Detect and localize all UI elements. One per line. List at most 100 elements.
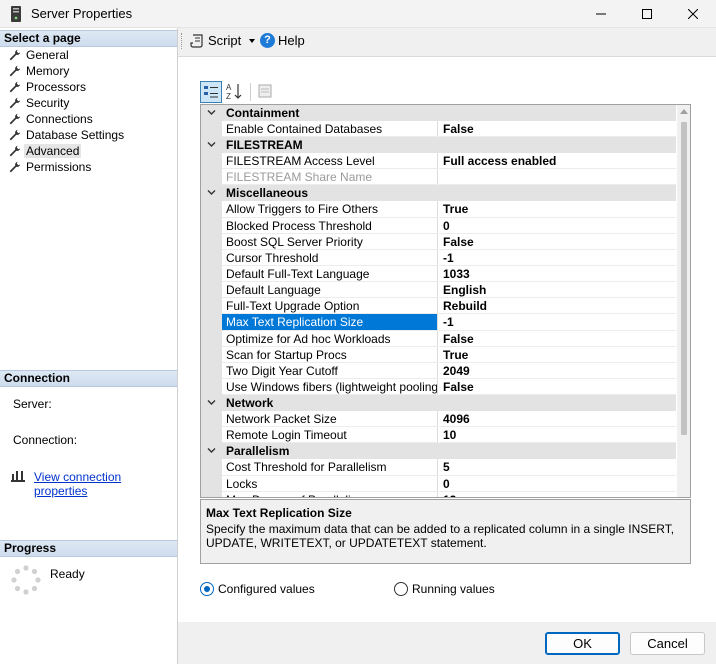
connection-header: Connection xyxy=(0,370,177,387)
property-row[interactable]: Enable Contained Databases False xyxy=(201,121,676,138)
property-row[interactable]: Two Digit Year Cutoff 2049 xyxy=(201,362,676,379)
property-row[interactable]: Cost Threshold for Parallelism 5 xyxy=(201,459,676,476)
ok-button[interactable]: OK xyxy=(545,632,620,655)
category-containment[interactable]: Containment xyxy=(201,105,676,121)
property-value[interactable]: False xyxy=(439,234,676,250)
property-row[interactable]: Max Text Replication Size -1 xyxy=(201,314,676,331)
property-row[interactable]: Use Windows fibers (lightweight pooling)… xyxy=(201,378,676,396)
property-row[interactable]: Cursor Threshold -1 xyxy=(201,249,676,266)
property-name[interactable]: Boost SQL Server Priority xyxy=(222,233,438,250)
property-name[interactable]: Remote Login Timeout xyxy=(222,427,438,444)
vertical-scrollbar[interactable] xyxy=(677,105,690,497)
chevron-down-icon[interactable] xyxy=(207,189,216,196)
property-row[interactable]: Allow Triggers to Fire Others True xyxy=(201,201,676,218)
property-value[interactable]: Rebuild xyxy=(439,298,676,315)
property-row[interactable]: Network Packet Size 4096 xyxy=(201,411,676,428)
property-value[interactable]: 1033 xyxy=(439,266,676,283)
property-value[interactable]: 2049 xyxy=(439,363,676,379)
property-row[interactable]: Default Full-Text Language 1033 xyxy=(201,265,676,283)
property-name[interactable]: Scan for Startup Procs xyxy=(222,346,438,363)
property-name[interactable]: Default Full-Text Language xyxy=(222,265,438,283)
property-name[interactable]: Max Degree of Parallelism xyxy=(222,491,438,497)
category-parallelism[interactable]: Parallelism xyxy=(201,443,676,460)
cancel-button[interactable]: Cancel xyxy=(630,632,705,655)
property-value[interactable]: 5 xyxy=(439,459,676,476)
property-value[interactable]: 10 xyxy=(439,427,676,444)
property-row[interactable]: Default Language English xyxy=(201,282,676,299)
property-name[interactable]: Optimize for Ad hoc Workloads xyxy=(222,330,438,347)
property-name[interactable]: Max Text Replication Size xyxy=(222,314,438,331)
category-miscellaneous[interactable]: Miscellaneous xyxy=(201,185,676,202)
property-name[interactable]: FILESTREAM Share Name xyxy=(222,169,438,186)
property-row[interactable]: FILESTREAM Share Name xyxy=(201,169,676,186)
property-value[interactable]: False xyxy=(439,121,676,138)
property-value[interactable]: True xyxy=(439,347,676,363)
sidebar-item-security[interactable]: Security xyxy=(0,95,177,111)
sidebar-item-label: Security xyxy=(26,96,70,110)
property-value[interactable]: 12 xyxy=(439,492,676,497)
script-dropdown-caret-icon[interactable] xyxy=(249,39,255,43)
minimize-button[interactable] xyxy=(578,0,624,28)
view-connection-properties-link[interactable]: View connection properties xyxy=(34,470,177,498)
property-name[interactable]: Two Digit Year Cutoff xyxy=(222,362,438,379)
maximize-button[interactable] xyxy=(624,0,670,28)
chevron-down-icon[interactable] xyxy=(207,109,216,116)
close-button[interactable] xyxy=(670,0,716,28)
property-value[interactable]: 0 xyxy=(439,218,676,234)
property-value[interactable] xyxy=(439,169,676,186)
property-value[interactable]: 0 xyxy=(439,476,676,492)
sidebar-item-advanced[interactable]: Advanced xyxy=(0,143,177,159)
sidebar-item-memory[interactable]: Memory xyxy=(0,63,177,79)
property-row[interactable]: Max Degree of Parallelism12 xyxy=(201,491,676,497)
help-button[interactable]: Help xyxy=(278,33,305,48)
scroll-up-icon[interactable] xyxy=(680,109,688,114)
help-icon[interactable]: ? xyxy=(260,33,275,48)
chevron-down-icon[interactable] xyxy=(207,399,216,406)
property-name[interactable]: Cursor Threshold xyxy=(222,249,438,266)
property-value[interactable]: -1 xyxy=(439,314,676,331)
property-name[interactable]: FILESTREAM Access Level xyxy=(222,153,438,170)
alphabetical-view-button[interactable]: A Z xyxy=(224,81,246,103)
wrench-icon xyxy=(9,145,21,157)
property-row[interactable]: Remote Login Timeout 10 xyxy=(201,427,676,444)
property-name[interactable]: Network Packet Size xyxy=(222,411,438,428)
property-value[interactable]: False xyxy=(439,379,676,396)
property-name[interactable]: Use Windows fibers (lightweight pooling) xyxy=(222,378,438,396)
wrench-icon xyxy=(9,49,21,61)
property-name[interactable]: Cost Threshold for Parallelism xyxy=(222,459,438,476)
sidebar-item-connections[interactable]: Connections xyxy=(0,111,177,127)
row-gutter xyxy=(201,298,222,315)
property-value[interactable]: True xyxy=(439,201,676,218)
property-row[interactable]: Optimize for Ad hoc Workloads False xyxy=(201,330,676,347)
script-button[interactable]: Script xyxy=(208,33,241,48)
property-row[interactable]: Boost SQL Server Priority False xyxy=(201,233,676,250)
property-value[interactable]: English xyxy=(439,282,676,299)
sidebar-item-general[interactable]: General xyxy=(0,47,177,63)
property-row[interactable]: Locks 0 xyxy=(201,475,676,492)
category-network[interactable]: Network xyxy=(201,395,676,412)
property-name[interactable]: Enable Contained Databases xyxy=(222,121,438,138)
property-value[interactable]: Full access enabled xyxy=(439,153,676,170)
property-row[interactable]: FILESTREAM Access Level Full access enabl… xyxy=(201,153,676,170)
script-icon[interactable] xyxy=(190,34,204,48)
property-name[interactable]: Allow Triggers to Fire Others xyxy=(222,201,438,218)
scrollbar-thumb[interactable] xyxy=(681,122,687,435)
property-name[interactable]: Full-Text Upgrade Option xyxy=(222,298,438,315)
property-row[interactable]: Full-Text Upgrade Option Rebuild xyxy=(201,298,676,315)
property-value[interactable]: 4096 xyxy=(439,411,676,428)
chevron-down-icon[interactable] xyxy=(207,141,216,148)
property-name[interactable]: Default Language xyxy=(222,282,438,299)
property-value[interactable]: False xyxy=(439,331,676,347)
property-row[interactable]: Blocked Process Threshold 0 xyxy=(201,217,676,234)
categorized-view-button[interactable] xyxy=(200,81,222,103)
property-pages-button[interactable] xyxy=(255,81,277,103)
property-name[interactable]: Blocked Process Threshold xyxy=(222,217,438,234)
property-value[interactable]: -1 xyxy=(439,250,676,266)
category-filestream[interactable]: FILESTREAM xyxy=(201,137,676,154)
property-row[interactable]: Scan for Startup Procs True xyxy=(201,346,676,363)
sidebar-item-processors[interactable]: Processors xyxy=(0,79,177,95)
property-name[interactable]: Locks xyxy=(222,475,438,492)
sidebar-item-permissions[interactable]: Permissions xyxy=(0,159,177,175)
sidebar-item-database-settings[interactable]: Database Settings xyxy=(0,127,177,143)
chevron-down-icon[interactable] xyxy=(207,447,216,454)
